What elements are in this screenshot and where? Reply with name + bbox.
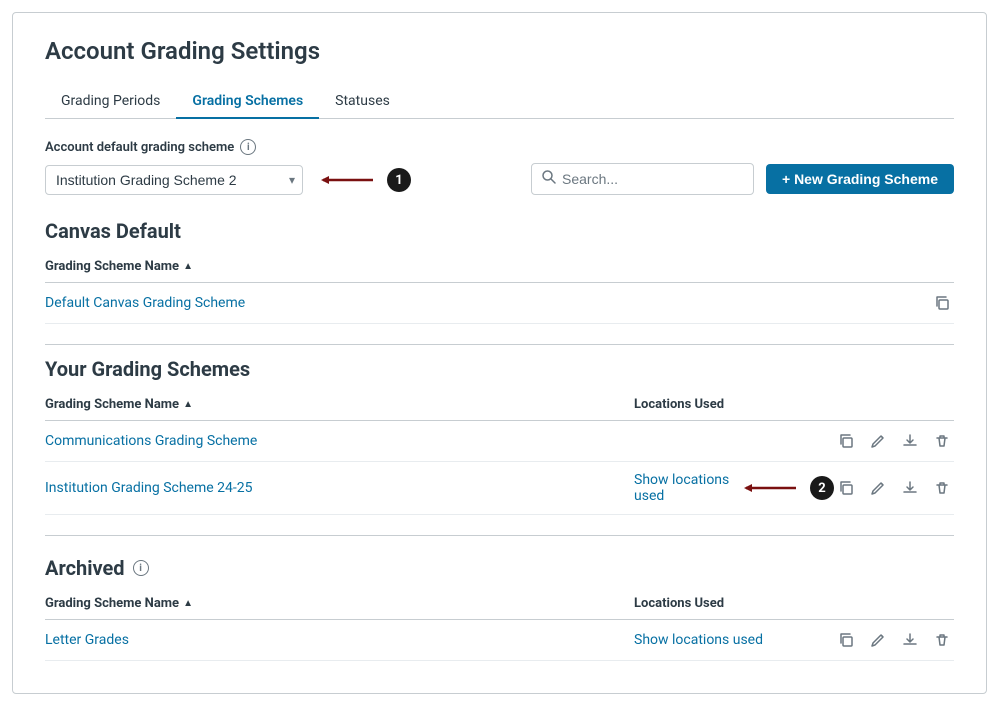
archived-col-name: Grading Scheme Name ▲ [45,596,634,611]
search-box [531,163,754,195]
scheme-link-institution-24-25[interactable]: Institution Grading Scheme 24-25 [45,480,634,496]
annotation-1-group: 1 [313,168,411,192]
sort-icon-2: ▲ [183,399,193,410]
canvas-default-section: Canvas Default Grading Scheme Name ▲ Def… [45,219,954,324]
annotation-bubble-1: 1 [387,168,411,192]
edit-btn-1[interactable] [866,431,890,451]
archived-info-icon[interactable]: i [133,560,149,576]
tab-grading-schemes[interactable]: Grading Schemes [176,85,319,119]
download-btn-1[interactable] [898,431,922,451]
sort-icon-3: ▲ [183,598,193,609]
annotation-2-arrow-svg [736,478,806,498]
your-schemes-section: Your Grading Schemes Grading Scheme Name… [45,357,954,515]
select-annotation-group: Institution Grading Scheme 2 Default Can… [45,165,411,195]
search-icon [542,170,556,188]
table-row: Institution Grading Scheme 24-25 Show lo… [45,462,954,515]
archived-section: Archived i Grading Scheme Name ▲ Locatio… [45,548,954,661]
archived-col-locations: Locations Used [634,596,834,611]
archived-table-header: Grading Scheme Name ▲ Locations Used [45,588,954,620]
annotation-bubble-2: 2 [810,476,834,500]
show-locations-link-institution[interactable]: Show locations used [634,472,730,504]
copy-button[interactable] [930,293,954,313]
edit-btn-2[interactable] [866,478,890,498]
scheme-link-letter-grades[interactable]: Letter Grades [45,632,634,648]
annotation-1-arrow-svg [313,170,383,190]
locations-col-2: Show locations used 2 [634,472,834,504]
duplicate-btn-archived[interactable] [834,630,858,650]
your-schemes-title: Your Grading Schemes [45,357,954,381]
search-and-new: + New Grading Scheme [531,163,954,195]
archived-title-row: Archived i [45,548,954,588]
tab-grading-periods[interactable]: Grading Periods [45,85,176,119]
section-divider-2 [45,535,954,536]
archived-row-actions [834,630,954,650]
show-locations-link-letter[interactable]: Show locations used [634,632,763,648]
your-schemes-col-name: Grading Scheme Name ▲ [45,397,634,412]
info-icon[interactable]: i [240,139,256,155]
controls-row: Institution Grading Scheme 2 Default Can… [45,163,954,195]
default-scheme-select[interactable]: Institution Grading Scheme 2 Default Can… [45,165,303,195]
default-scheme-section: Account default grading scheme i Institu… [45,139,954,195]
tab-statuses[interactable]: Statuses [319,85,406,119]
row-actions-1 [834,431,954,451]
table-row: Communications Grading Scheme [45,421,954,462]
new-scheme-button[interactable]: + New Grading Scheme [766,164,954,194]
download-btn-archived[interactable] [898,630,922,650]
page-title: Account Grading Settings [45,37,954,65]
edit-btn-archived[interactable] [866,630,890,650]
download-btn-2[interactable] [898,478,922,498]
canvas-default-scheme-link[interactable]: Default Canvas Grading Scheme [45,295,874,311]
canvas-default-title: Canvas Default [45,219,954,243]
canvas-default-row-actions [874,293,954,313]
archived-title: Archived [45,556,125,580]
delete-btn-2[interactable] [930,478,954,498]
your-schemes-table-header: Grading Scheme Name ▲ Locations Used [45,389,954,421]
delete-btn-archived[interactable] [930,630,954,650]
archived-locations-col: Show locations used [634,632,834,648]
scheme-link-communications[interactable]: Communications Grading Scheme [45,433,634,449]
row-actions-2 [834,478,954,498]
annotation-2-group: 2 [736,476,834,500]
default-scheme-label: Account default grading scheme i [45,139,954,155]
your-schemes-col-locations: Locations Used [634,397,834,412]
default-scheme-select-wrapper: Institution Grading Scheme 2 Default Can… [45,165,303,195]
sort-icon: ▲ [183,261,193,272]
delete-btn-1[interactable] [930,431,954,451]
section-divider-1 [45,344,954,345]
search-input[interactable] [562,171,743,187]
table-row: Letter Grades Show locations used [45,620,954,661]
canvas-col-header-name: Grading Scheme Name ▲ [45,259,874,274]
page-wrapper: Account Grading Settings Grading Periods… [12,12,987,694]
table-row: Default Canvas Grading Scheme [45,283,954,324]
tabs-container: Grading Periods Grading Schemes Statuses [45,85,954,119]
duplicate-btn-2[interactable] [834,478,858,498]
duplicate-btn-1[interactable] [834,431,858,451]
canvas-default-table-header: Grading Scheme Name ▲ [45,251,954,283]
